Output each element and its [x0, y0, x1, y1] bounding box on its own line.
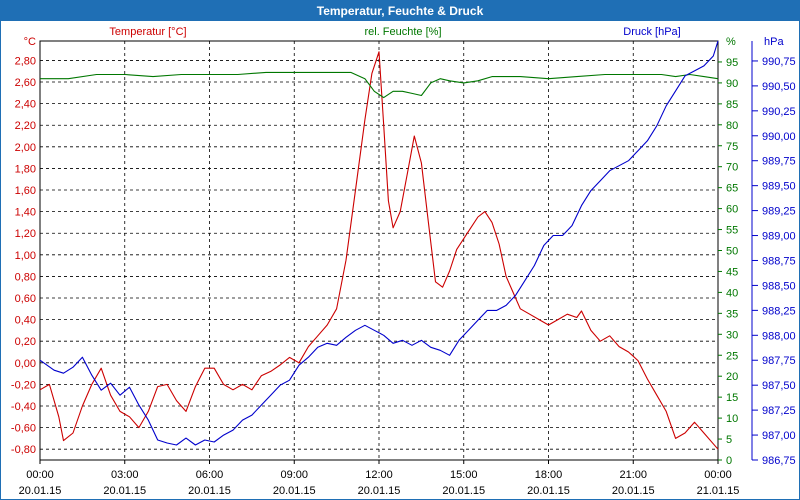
x-tick-date-label: 21.01.15 [697, 485, 740, 497]
x-tick-date-label: 20.01.15 [188, 485, 231, 497]
humidity-tick-label: 0 [726, 455, 732, 467]
x-tick-time-label: 06:00 [196, 469, 224, 481]
chart-svg: 00:00 20.01.15 03:00 20.01.15 06:00 20.01.15 0… [11, 26, 796, 497]
x-tick-time-label: 00:00 [26, 469, 54, 481]
pressure-tick-label: 988,00 [762, 330, 796, 342]
x-tick-time-label: 12:00 [365, 469, 393, 481]
humidity-tick-label: 65 [726, 183, 738, 195]
humidity-tick-label: 50 [726, 246, 738, 258]
pressure-tick-label: 987,25 [762, 405, 796, 417]
pressure-tick-label: 990,50 [762, 81, 796, 93]
humidity-tick-label: 5 [726, 434, 732, 446]
temperature-tick-label: 2,20 [15, 120, 36, 132]
pressure-tick-label: 989,50 [762, 181, 796, 193]
x-tick-time-label: 09:00 [280, 469, 308, 481]
humidity-tick-label: 35 [726, 308, 738, 320]
x-tick-date-label: 20.01.15 [358, 485, 401, 497]
pressure-tick-label: 987,00 [762, 430, 796, 442]
humidity-tick-label: 15 [726, 392, 738, 404]
humidity-tick-label: 10 [726, 413, 738, 425]
humidity-tick-label: 70 [726, 162, 738, 174]
x-tick-date-label: 20.01.15 [273, 485, 316, 497]
x-tick-date-label: 20.01.15 [19, 485, 62, 497]
humidity-tick-label: 45 [726, 266, 738, 278]
temperature-tick-label: -0,40 [11, 401, 36, 413]
humidity-axis-header: rel. Feuchte [%] [364, 26, 441, 38]
pressure-tick-label: 990,00 [762, 131, 796, 143]
x-tick-date-label: 20.01.15 [527, 485, 570, 497]
temperature-tick-label: 0,60 [15, 293, 36, 305]
temperature-tick-label: -0,60 [11, 423, 36, 435]
humidity-unit-label: % [726, 36, 736, 48]
temperature-tick-label: 2,00 [15, 142, 36, 154]
x-tick-time-label: 03:00 [111, 469, 139, 481]
temperature-tick-label: 0,40 [15, 315, 36, 327]
x-tick-time-label: 18:00 [535, 469, 563, 481]
temperature-tick-label: 1,20 [15, 228, 36, 240]
humidity-tick-label: 20 [726, 371, 738, 383]
humidity-tick-label: 90 [726, 78, 738, 90]
temperature-unit-label: °C [24, 36, 36, 48]
temperature-tick-label: 2,40 [15, 99, 36, 111]
temperature-tick-label: 1,80 [15, 163, 36, 175]
humidity-tick-label: 55 [726, 225, 738, 237]
pressure-tick-label: 987,75 [762, 355, 796, 367]
pressure-tick-label: 987,50 [762, 380, 796, 392]
temperature-tick-label: 2,80 [15, 55, 36, 67]
pressure-tick-label: 988,50 [762, 280, 796, 292]
temperature-tick-label: 0,80 [15, 271, 36, 283]
x-tick-date-label: 20.01.15 [612, 485, 655, 497]
x-tick-date-label: 20.01.15 [103, 485, 146, 497]
pressure-tick-label: 988,75 [762, 255, 796, 267]
x-tick-time-label: 21:00 [619, 469, 647, 481]
humidity-tick-label: 40 [726, 287, 738, 299]
humidity-tick-label: 95 [726, 57, 738, 69]
temperature-tick-label: 1,00 [15, 250, 36, 262]
pressure-unit-label: hPa [764, 36, 784, 48]
humidity-tick-label: 75 [726, 141, 738, 153]
pressure-tick-label: 989,25 [762, 206, 796, 218]
pressure-tick-label: 988,25 [762, 305, 796, 317]
temperature-tick-label: 2,60 [15, 77, 36, 89]
temperature-tick-label: 1,60 [15, 185, 36, 197]
temperature-tick-label: 1,40 [15, 207, 36, 219]
pressure-tick-label: 986,75 [762, 455, 796, 467]
humidity-tick-label: 85 [726, 99, 738, 111]
humidity-tick-label: 60 [726, 204, 738, 216]
pressure-tick-label: 989,00 [762, 231, 796, 243]
temperature-axis-header: Temperatur [°C] [109, 26, 186, 38]
humidity-tick-label: 25 [726, 350, 738, 362]
x-tick-date-label: 20.01.15 [442, 485, 485, 497]
temperature-tick-label: -0,20 [11, 379, 36, 391]
humidity-tick-label: 30 [726, 329, 738, 341]
pressure-axis-header: Druck [hPa] [623, 26, 680, 38]
x-tick-time-label: 00:00 [704, 469, 732, 481]
x-tick-time-label: 15:00 [450, 469, 478, 481]
temperature-tick-label: -0,80 [11, 444, 36, 456]
pressure-tick-label: 990,75 [762, 56, 796, 68]
pressure-tick-label: 990,25 [762, 106, 796, 118]
humidity-tick-label: 80 [726, 120, 738, 132]
temperature-tick-label: 0,20 [15, 336, 36, 348]
temperature-tick-label: 0,00 [15, 358, 36, 370]
pressure-tick-label: 989,75 [762, 156, 796, 168]
